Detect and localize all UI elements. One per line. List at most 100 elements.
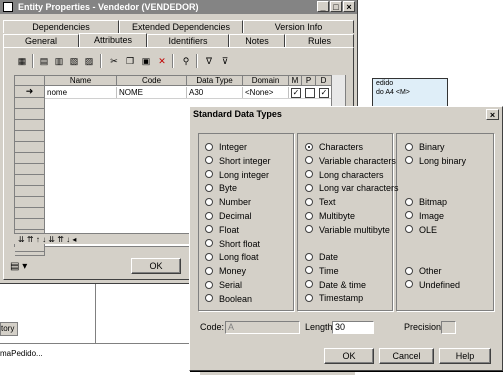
length-field[interactable]: 30 <box>332 321 374 334</box>
delete-icon[interactable]: ✕ <box>156 55 168 67</box>
column-header-mandatory[interactable]: M <box>289 76 302 86</box>
checkbox-mandatory[interactable]: ✓ <box>291 88 301 98</box>
insert-row-icon[interactable]: ▤ <box>38 55 50 67</box>
tab-extended-dependencies[interactable]: Extended Dependencies <box>119 20 243 33</box>
close-button[interactable]: × <box>343 1 355 12</box>
code-field[interactable]: A <box>225 321 300 334</box>
radio-button[interactable] <box>205 197 213 206</box>
radio-button[interactable] <box>405 197 413 206</box>
radio-option-integer[interactable]: Integer <box>205 142 247 153</box>
radio-button[interactable] <box>205 156 213 165</box>
maximize-button[interactable]: □ <box>330 1 342 12</box>
tab-general[interactable]: General <box>3 34 79 47</box>
radio-option-long-integer[interactable]: Long integer <box>205 170 269 181</box>
ok-button[interactable]: OK <box>131 258 181 274</box>
checkbox-primary[interactable] <box>305 88 315 98</box>
radio-option-long-float[interactable]: Long float <box>205 252 259 263</box>
row-selector-current[interactable]: ➜ <box>15 86 45 98</box>
dialog-cancel-button[interactable]: Cancel <box>379 348 434 364</box>
radio-option-short-integer[interactable]: Short integer <box>205 156 271 167</box>
properties-icon[interactable]: ▦ <box>16 55 28 67</box>
dialog-close-button[interactable]: × <box>486 109 499 120</box>
radio-option-boolean[interactable]: Boolean <box>205 294 252 305</box>
radio-option-characters[interactable]: Characters <box>305 142 363 153</box>
cell-domain[interactable]: <None> <box>243 87 289 98</box>
radio-button[interactable] <box>405 266 413 275</box>
radio-button[interactable] <box>305 211 313 220</box>
radio-option-long-characters[interactable]: Long characters <box>305 170 384 181</box>
radio-button[interactable] <box>305 252 313 261</box>
radio-option-decimal[interactable]: Decimal <box>205 211 252 222</box>
radio-option-other[interactable]: Other <box>405 266 442 277</box>
radio-button[interactable] <box>205 211 213 220</box>
tab-version-info[interactable]: Version Info <box>243 20 354 33</box>
radio-option-serial[interactable]: Serial <box>205 280 242 291</box>
dialog-help-button[interactable]: Help <box>439 348 491 364</box>
radio-option-multibyte[interactable]: Multibyte <box>305 211 355 222</box>
radio-button[interactable] <box>305 280 313 289</box>
radio-button[interactable] <box>305 225 313 234</box>
tab-notes[interactable]: Notes <box>229 34 285 47</box>
radio-button[interactable] <box>305 266 313 275</box>
clear-filter-icon[interactable]: ⊽ <box>219 55 231 67</box>
radio-button[interactable] <box>205 225 213 234</box>
radio-button[interactable] <box>305 197 313 206</box>
reuse-icon[interactable]: ▨ <box>83 55 95 67</box>
radio-button[interactable] <box>305 184 313 193</box>
column-header-code[interactable]: Code <box>117 76 187 86</box>
radio-option-number[interactable]: Number <box>205 197 251 208</box>
radio-option-variable-multibyte[interactable]: Variable multibyte <box>305 225 390 236</box>
radio-button[interactable] <box>305 156 313 165</box>
add-attributes-icon[interactable]: ▧ <box>68 55 80 67</box>
radio-button[interactable] <box>205 170 213 179</box>
radio-option-money[interactable]: Money <box>205 266 246 277</box>
cut-icon[interactable]: ✂ <box>108 55 120 67</box>
cell-code[interactable]: NOME <box>117 87 187 98</box>
radio-button[interactable] <box>405 142 413 151</box>
radio-option-short-float[interactable]: Short float <box>205 239 260 250</box>
radio-button[interactable] <box>205 253 213 262</box>
tab-rules[interactable]: Rules <box>285 34 354 47</box>
radio-option-bitmap[interactable]: Bitmap <box>405 197 447 208</box>
column-header-displayed[interactable]: D <box>316 76 332 86</box>
cell-data-type[interactable]: A30 <box>187 87 243 98</box>
filter-icon[interactable]: ∇ <box>203 55 215 67</box>
radio-button[interactable] <box>305 142 313 151</box>
radio-option-timestamp[interactable]: Timestamp <box>305 293 363 304</box>
find-icon[interactable]: ⚲ <box>180 55 192 67</box>
radio-button[interactable] <box>205 280 213 289</box>
cell-name[interactable]: nome <box>45 87 117 98</box>
radio-option-long-binary[interactable]: Long binary <box>405 156 466 167</box>
column-header-domain[interactable]: Domain <box>243 76 289 86</box>
radio-button[interactable] <box>205 266 213 275</box>
radio-button[interactable] <box>405 280 413 289</box>
radio-button[interactable] <box>405 225 413 234</box>
radio-button[interactable] <box>205 294 213 303</box>
radio-option-byte[interactable]: Byte <box>205 183 237 194</box>
radio-option-image[interactable]: Image <box>405 211 444 222</box>
checkbox-displayed[interactable]: ✓ <box>319 88 329 98</box>
browser-tab-history[interactable]: tory <box>0 322 18 336</box>
tab-identifiers[interactable]: Identifiers <box>147 34 229 47</box>
radio-option-long-var-characters[interactable]: Long var characters <box>305 183 399 194</box>
column-header-name[interactable]: Name <box>45 76 117 86</box>
menu-icon[interactable]: ▤ ▾ <box>10 261 27 272</box>
tab-attributes[interactable]: Attributes <box>79 33 147 47</box>
tab-dependencies[interactable]: Dependencies <box>3 20 119 33</box>
radio-button[interactable] <box>305 170 313 179</box>
precision-field[interactable] <box>441 321 456 334</box>
radio-option-date[interactable]: Date <box>305 252 338 263</box>
radio-option-time[interactable]: Time <box>305 266 339 277</box>
radio-option-date-time[interactable]: Date & time <box>305 280 366 291</box>
paste-icon[interactable]: ▣ <box>140 55 152 67</box>
column-header-data-type[interactable]: Data Type <box>187 76 243 86</box>
minimize-button[interactable]: _ <box>317 1 329 12</box>
radio-button[interactable] <box>405 156 413 165</box>
radio-option-text[interactable]: Text <box>305 197 336 208</box>
radio-button[interactable] <box>205 184 213 193</box>
radio-option-float[interactable]: Float <box>205 225 239 236</box>
copy-icon[interactable]: ❐ <box>124 55 136 67</box>
radio-option-undefined[interactable]: Undefined <box>405 280 460 291</box>
column-header-primary[interactable]: P <box>302 76 316 86</box>
radio-option-variable-characters[interactable]: Variable characters <box>305 156 396 167</box>
